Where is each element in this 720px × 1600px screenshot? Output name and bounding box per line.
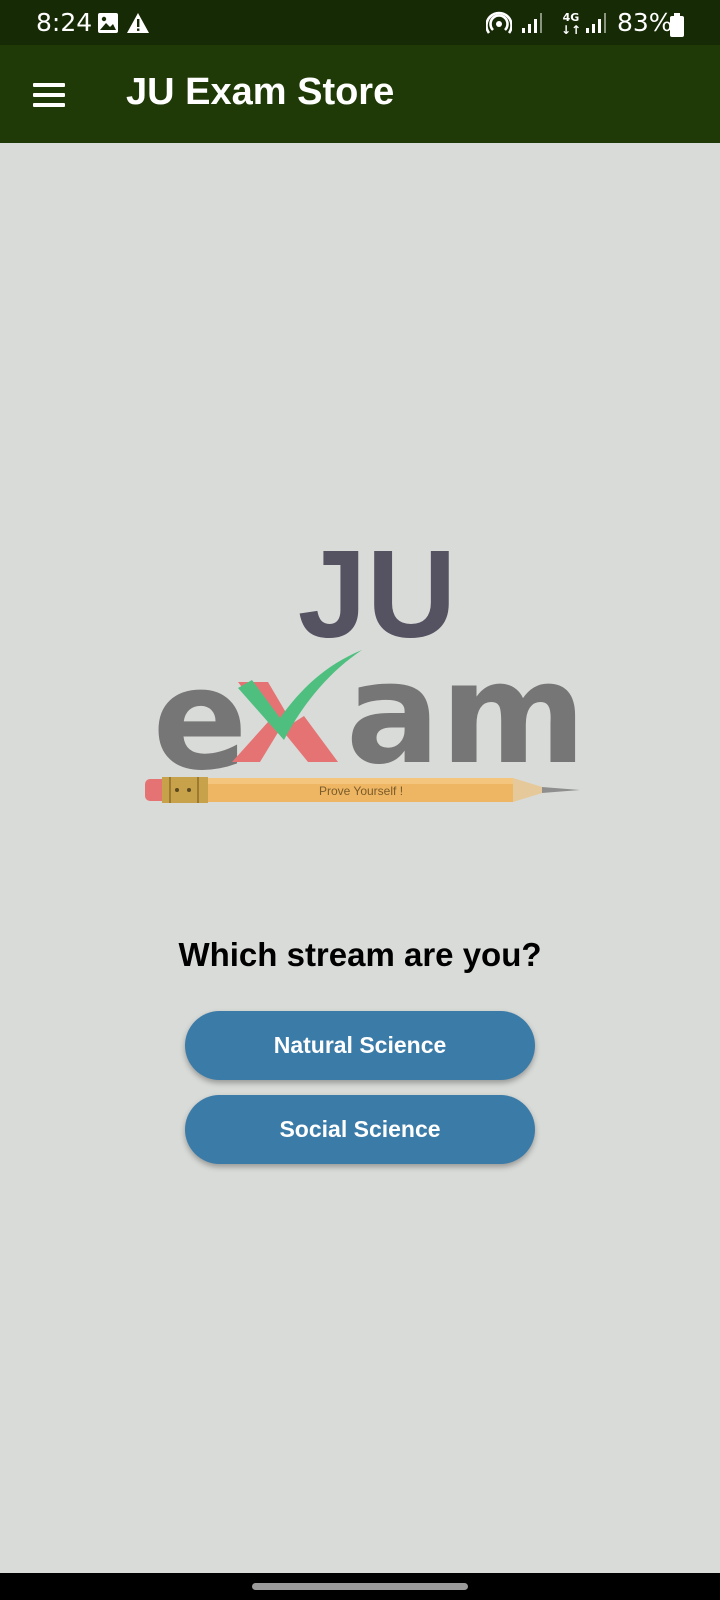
home-gesture-handle[interactable] [252,1583,468,1590]
stream-question: Which stream are you? [178,936,542,973]
logo-tagline: Prove Yourself ! [319,784,403,798]
natural-science-button[interactable]: Natural Science [185,1011,535,1080]
hamburger-menu-icon[interactable] [26,75,72,115]
logo-am-letters: am [346,633,586,796]
app-title: JU Exam Store [126,71,395,113]
status-bar: 8:24 4G ↓↑ 83% [0,0,720,45]
signal-icon [522,13,542,33]
battery-percentage: 83% [617,8,673,37]
hotspot-icon [486,11,512,34]
image-icon [98,13,118,33]
battery-icon [670,13,684,37]
status-time: 8:24 [36,8,93,37]
ju-exam-logo: JU e am Prove Yourself ! [145,540,586,803]
app-bar: JU Exam Store [0,45,720,143]
network-4g-icon: 4G ↓↑ [560,11,582,37]
social-science-button[interactable]: Social Science [185,1095,535,1164]
signal-icon-2 [586,13,606,33]
system-nav-bar [0,1573,720,1600]
warning-icon [127,13,149,33]
